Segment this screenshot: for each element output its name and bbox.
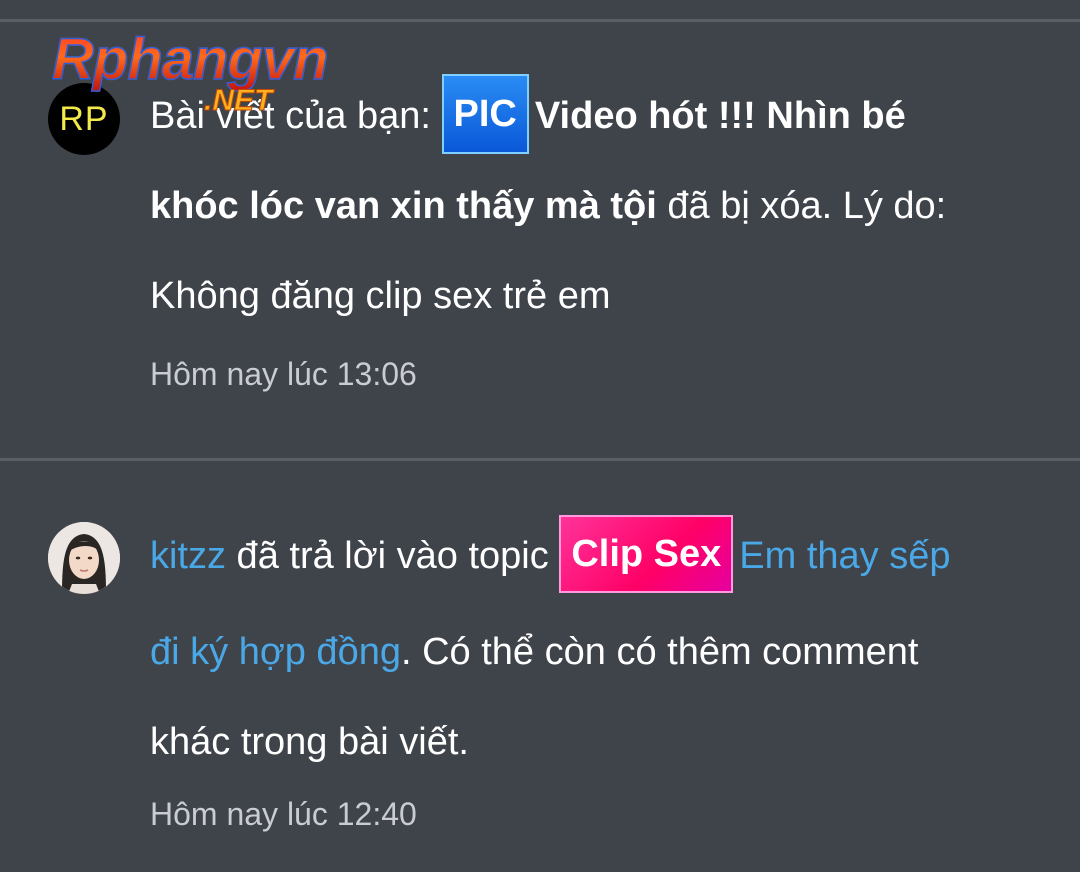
more-comments-text-end: khác trong bài viết. [150,721,469,763]
notification-text: kitzz đã trả lời vào topic Clip Sex Em th… [150,511,1030,787]
notification-timestamp: Hôm nay lúc 12:40 [150,796,417,832]
user-avatar-kitzz[interactable] [48,522,120,594]
more-comments-text: . Có thể còn có thêm comment [400,631,919,673]
divider-top [0,19,1080,22]
notification-timestamp: Hôm nay lúc 13:06 [150,356,417,392]
username-link[interactable]: kitzz [150,535,226,577]
post-title-line1[interactable]: Video hót !!! Nhìn bé [535,95,906,137]
topic-link-line2[interactable]: đi ký hợp đồng [150,631,401,673]
logo-main-text: Rphangvn [51,27,329,93]
deletion-reason: Không đăng clip sex trẻ em [150,275,611,317]
post-title-line2[interactable]: khóc lóc van xin thấy mà tội [150,185,657,227]
divider-middle [0,458,1080,461]
notifications-page: Rphangvn .NET RP Bài viết của bạn: PIC Vi… [0,0,1080,872]
deletion-reason-label: đã bị xóa. Lý do: [656,185,947,227]
avatar-photo-icon [48,522,120,594]
site-logo-watermark: Rphangvn .NET [51,27,382,128]
prefix-tag-clip-sex: Clip Sex [559,514,734,593]
logo-sub-text: .NET [203,84,273,118]
prefix-tag-pic: PIC [441,73,529,154]
reply-action-text: đã trả lời vào topic [226,535,560,577]
topic-link-line1[interactable]: Em thay sếp [739,535,950,577]
